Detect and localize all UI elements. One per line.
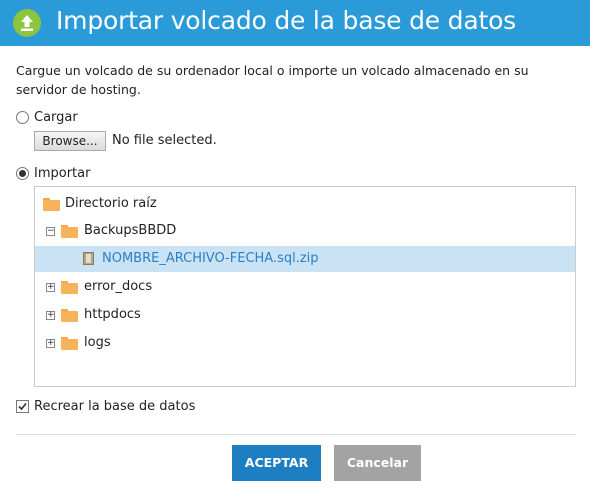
tree-item-httpdocs[interactable]: + httpdocs (35, 302, 575, 328)
expand-icon[interactable]: + (46, 283, 55, 292)
folder-icon (61, 337, 78, 350)
tree-item-sql-zip[interactable]: NOMBRE_ARCHIVO-FECHA.sql.zip (35, 246, 575, 272)
upload-option[interactable]: Cargar (16, 108, 78, 126)
upload-icon (13, 9, 41, 37)
tree-item-label: error_docs (84, 279, 153, 294)
accept-button[interactable]: ACEPTAR (232, 445, 321, 481)
dialog-description: Cargue un volcado de su ordenador local … (16, 63, 529, 97)
tree-item-label: NOMBRE_ARCHIVO-FECHA.sql.zip (102, 251, 319, 266)
tree-item-logs[interactable]: + logs (35, 330, 575, 356)
recreate-label: Recrear la base de datos (34, 398, 196, 414)
folder-icon (61, 281, 78, 294)
recreate-checkbox[interactable] (16, 399, 29, 413)
browse-button[interactable]: Browse... (34, 131, 106, 151)
recreate-option[interactable]: Recrear la base de datos (16, 397, 195, 415)
dialog-title: Importar volcado de la base de datos (56, 6, 516, 35)
collapse-icon[interactable]: − (46, 227, 55, 236)
file-tree[interactable]: Directorio raíz − BackupsBBDD NOMBRE_ARC… (34, 186, 576, 387)
upload-label: Cargar (34, 109, 78, 125)
tree-item-label: httpdocs (84, 307, 141, 322)
tree-item-label: logs (84, 335, 111, 350)
import-label: Importar (34, 165, 91, 181)
upload-radio[interactable] (16, 110, 29, 124)
tree-item-label: BackupsBBDD (84, 223, 177, 238)
file-status: No file selected. (112, 133, 217, 148)
folder-icon (61, 309, 78, 322)
footer-divider (16, 434, 576, 435)
zip-file-icon (83, 252, 94, 265)
expand-icon[interactable]: + (46, 339, 55, 348)
folder-icon (43, 198, 60, 211)
tree-item-backupsbbdd[interactable]: − BackupsBBDD (35, 218, 575, 244)
import-option[interactable]: Importar (16, 164, 90, 182)
cancel-button[interactable]: Cancelar (334, 445, 421, 481)
tree-item-error-docs[interactable]: + error_docs (35, 274, 575, 300)
tree-item-label: Directorio raíz (65, 196, 157, 211)
expand-icon[interactable]: + (46, 311, 55, 320)
dialog-titlebar: Importar volcado de la base de datos (0, 0, 590, 46)
import-radio[interactable] (16, 166, 29, 180)
tree-item-root[interactable]: Directorio raíz (35, 191, 575, 217)
folder-icon (61, 225, 78, 238)
